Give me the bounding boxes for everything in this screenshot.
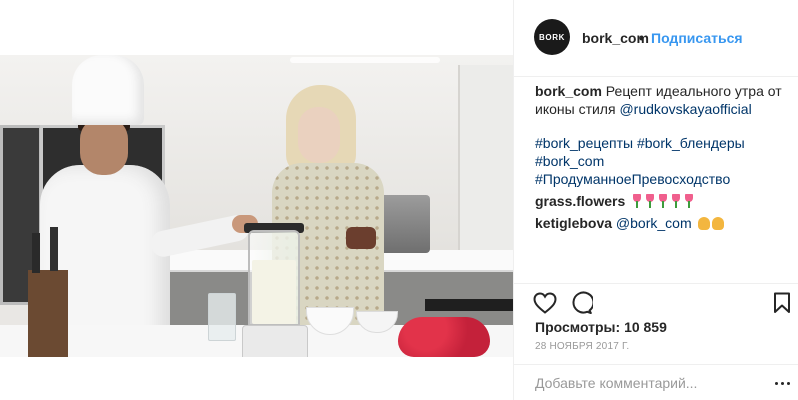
hashtag-link[interactable]: #ПродуманноеПревосходство — [535, 171, 730, 187]
comment-mention[interactable]: @bork_com — [616, 215, 692, 231]
add-comment-section — [514, 364, 798, 400]
ok-hand-emoji-icon — [697, 217, 710, 230]
knife-handle — [32, 233, 40, 273]
more-dot — [774, 381, 778, 385]
comments-list: bork_com Рецепт идеального утра от иконы… — [535, 82, 785, 232]
comment-item: grass.flowers — [535, 192, 785, 210]
more-options-icon[interactable] — [772, 375, 792, 391]
caption-mention[interactable]: @rudkovskayaofficial — [619, 101, 751, 117]
avatar-logo-text: BORK — [539, 32, 565, 42]
caption: bork_com Рецепт идеального утра от иконы… — [535, 82, 785, 118]
post-sidebar: BORK bork_com • Подписаться bork_com Рец… — [513, 0, 798, 400]
drinking-glass — [208, 293, 236, 341]
cooktop — [425, 299, 513, 311]
blender-smoothie — [252, 260, 296, 324]
tulip-emoji-icon — [644, 194, 656, 208]
comment-username[interactable]: ketiglebova — [535, 215, 612, 231]
views-number: 10 859 — [624, 319, 667, 335]
avatar[interactable]: BORK — [534, 19, 570, 55]
bookmark-icon[interactable] — [769, 290, 795, 316]
more-dot — [786, 381, 790, 385]
comment-input[interactable] — [535, 373, 755, 393]
post-header: BORK bork_com • Подписаться — [514, 0, 798, 77]
woman-face — [298, 107, 340, 163]
chef-head — [80, 117, 128, 175]
caption-username[interactable]: bork_com — [535, 83, 602, 99]
media-column — [0, 0, 513, 400]
woman-sleeve — [346, 227, 376, 249]
post-video[interactable] — [0, 55, 513, 357]
knife-handle — [50, 227, 58, 271]
tulip-emoji-icon — [683, 194, 695, 208]
follow-button[interactable]: Подписаться — [651, 30, 743, 46]
clap-emoji-icon — [711, 217, 724, 230]
more-dot — [780, 381, 784, 385]
heart-icon[interactable] — [532, 290, 558, 316]
hashtag-list: #bork_рецепты #bork_блендеры #bork_com #… — [535, 134, 785, 188]
hashtag-link[interactable]: #bork_рецепты — [535, 135, 633, 151]
tulip-emoji-icon — [670, 194, 682, 208]
tulip-emoji-icon — [657, 194, 669, 208]
hashtag-link[interactable]: #bork_com — [535, 153, 604, 169]
views-count[interactable]: Просмотры: 10 859 — [535, 319, 667, 335]
blender-base — [242, 325, 308, 357]
post-date: 28 НОЯБРЯ 2017 Г. — [535, 341, 630, 352]
tulip-emoji-icon — [631, 194, 643, 208]
action-bar — [514, 283, 798, 319]
raspberry-bowl — [398, 317, 490, 357]
comment-item: ketiglebova @bork_com — [535, 214, 785, 232]
tulip-emoji-group — [631, 194, 695, 208]
views-label: Просмотры: — [535, 319, 621, 335]
comment-username[interactable]: grass.flowers — [535, 193, 625, 209]
separator-dot: • — [639, 30, 644, 46]
chef-hat — [72, 55, 144, 125]
knife-block — [28, 270, 68, 357]
ceiling-light — [290, 57, 440, 63]
speech-bubble-icon[interactable] — [568, 290, 594, 316]
hashtag-link[interactable]: #bork_блендеры — [637, 135, 745, 151]
